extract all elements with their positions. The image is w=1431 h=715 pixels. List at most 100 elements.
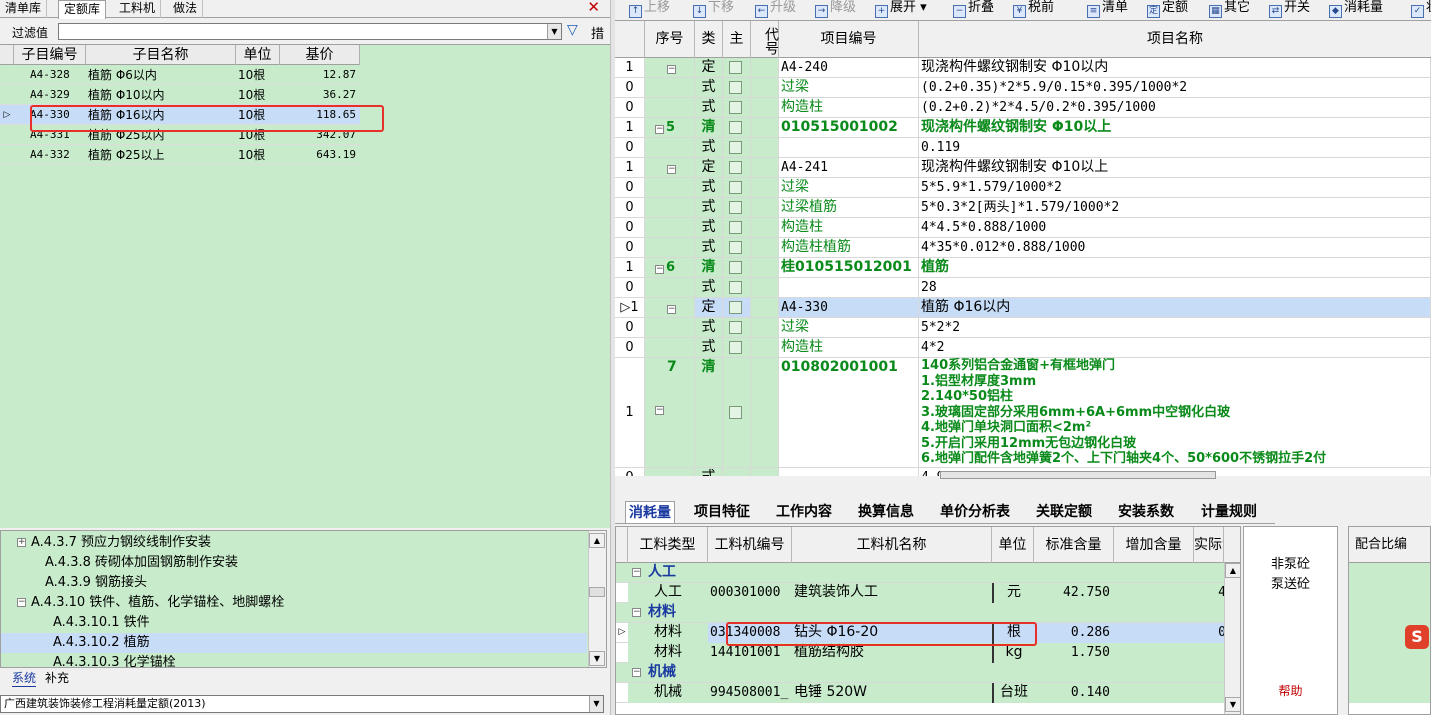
tree-node[interactable]: A.4.3.10.2 植筋 <box>1 633 587 653</box>
header-price[interactable]: 基价 <box>280 45 360 65</box>
row-item-name[interactable]: 4*35*0.012*0.888/1000 <box>919 238 1431 257</box>
filter-action-label[interactable]: 措 <box>591 23 604 42</box>
row-expander[interactable]: − <box>645 298 695 317</box>
tab-work-content[interactable]: 工作内容 <box>773 501 835 523</box>
row-item-code[interactable]: 过梁 <box>779 178 919 197</box>
header-item-name[interactable]: 项目名称 <box>919 21 1431 58</box>
resource-row[interactable]: 材料 144101001 植筋结构胶 kg 1.750 <box>616 643 1240 663</box>
promote-button[interactable]: ← 升级 <box>755 0 796 18</box>
header-main[interactable]: 主 <box>723 21 751 58</box>
bill-row[interactable]: 0 式 过梁 5*5.9*1.579/1000*2 <box>615 178 1431 198</box>
row-item-code[interactable]: 构造柱 <box>779 98 919 117</box>
row-item-code[interactable] <box>779 138 919 157</box>
tree-node[interactable]: + A.4.3.7 预应力钢绞线制作安装 <box>1 533 587 553</box>
main-checkbox[interactable] <box>729 261 742 274</box>
collapse-icon[interactable]: − <box>17 598 26 607</box>
bill-button[interactable]: ≡ 清单 <box>1087 0 1128 18</box>
bill-row[interactable]: 0 式 构造柱 4*4.5*0.888/1000 <box>615 218 1431 238</box>
row-item-code[interactable]: 010515001002 <box>779 118 919 137</box>
main-checkbox[interactable] <box>729 241 742 254</box>
main-checkbox[interactable] <box>729 201 742 214</box>
switch-button[interactable]: ⇄ 开关 <box>1269 0 1310 18</box>
tab-related-quota[interactable]: 关联定额 <box>1033 501 1095 523</box>
bill-row[interactable]: 1−7 清 010802001001 140系列铝合金通窗+有框地弹门 1.铝型材厚度3… <box>615 358 1431 468</box>
header-name[interactable]: 子目名称 <box>86 45 236 65</box>
tab-resource-library[interactable]: 工料机 <box>114 0 162 18</box>
bill-row[interactable]: 0 式 构造柱植筋 4*35*0.012*0.888/1000 <box>615 238 1431 258</box>
main-checkbox[interactable] <box>729 181 742 194</box>
row-expander[interactable]: − <box>645 58 695 77</box>
header-item-code[interactable]: 项目编号 <box>779 21 919 58</box>
bill-row[interactable]: 0 式 过梁 5*2*2 <box>615 318 1431 338</box>
ime-logo-icon[interactable]: S <box>1405 625 1429 649</box>
row-item-code[interactable] <box>779 278 919 297</box>
other-button[interactable]: ▦ 其它 <box>1209 0 1250 18</box>
demote-button[interactable]: → 降级 <box>815 0 856 18</box>
row-main-flag[interactable] <box>723 238 751 257</box>
header-type[interactable]: 类 <box>695 21 723 58</box>
tab-supplement[interactable]: 补充 <box>45 669 69 686</box>
row-item-code[interactable]: 过梁植筋 <box>779 198 919 217</box>
resource-add-qty[interactable] <box>1114 683 1194 703</box>
resource-code[interactable]: 000301000 <box>708 583 792 603</box>
header-res-actual[interactable]: 实际含量 <box>1194 527 1224 563</box>
resource-unit[interactable]: 台班 <box>992 683 1034 703</box>
tab-quota-library[interactable]: 定额库 <box>58 0 107 19</box>
row-expander[interactable] <box>645 78 695 97</box>
main-checkbox[interactable] <box>729 161 742 174</box>
resource-unit[interactable]: kg <box>992 643 1034 663</box>
tab-install-coefficient[interactable]: 安装系数 <box>1115 501 1177 523</box>
row-item-code[interactable]: 过梁 <box>779 78 919 97</box>
main-checkbox[interactable] <box>729 341 742 354</box>
bill-row[interactable]: 1 − 定 A4-241 现浇构件螺纹钢制安 Φ10以上 <box>615 158 1431 178</box>
collapse-icon[interactable]: − <box>667 305 676 314</box>
status-button[interactable]: ✓状 <box>1411 0 1431 18</box>
help-link[interactable]: 帮助 <box>1244 682 1337 699</box>
resource-name[interactable]: 建筑装饰人工 <box>792 583 992 603</box>
quota-row[interactable]: A4-329 植筋 Φ10以内 10根 36.27 <box>0 85 360 105</box>
resource-std-qty[interactable]: 0.286 <box>1034 623 1114 643</box>
resource-scrollbar[interactable]: ▲ ▼ <box>1224 563 1240 714</box>
bill-row[interactable]: 0 式 构造柱 4*2 <box>615 338 1431 358</box>
row-expander[interactable] <box>645 198 695 217</box>
main-checkbox[interactable] <box>729 281 742 294</box>
header-res-code[interactable]: 工料机编号 <box>708 527 792 563</box>
header-res-type[interactable]: 工料类型 <box>628 527 708 563</box>
row-expander[interactable] <box>645 278 695 297</box>
resource-actual-qty[interactable] <box>1194 643 1226 663</box>
pretax-button[interactable]: ¥ 税前 <box>1013 0 1054 18</box>
row-main-flag[interactable] <box>723 58 751 77</box>
row-item-code[interactable]: 构造柱植筋 <box>779 238 919 257</box>
filter-icon[interactable]: ▽ <box>567 22 578 38</box>
header-code-alias[interactable]: 代号 <box>751 21 779 58</box>
resource-actual-qty[interactable]: 4 <box>1194 583 1226 603</box>
resource-name[interactable]: 植筋结构胶 <box>792 643 992 663</box>
collapse-icon[interactable]: − <box>667 65 676 74</box>
row-item-code[interactable]: 过梁 <box>779 318 919 337</box>
row-main-flag[interactable] <box>723 358 751 467</box>
tab-method-library[interactable]: 做法 <box>168 0 204 18</box>
resource-actual-qty[interactable] <box>1194 683 1226 703</box>
row-expander[interactable]: −7 <box>645 358 695 467</box>
filter-input[interactable]: ▼ <box>58 23 562 40</box>
main-checkbox[interactable] <box>729 61 742 74</box>
tab-bill-library[interactable]: 清单库 <box>0 0 48 18</box>
row-item-code[interactable]: A4-241 <box>779 158 919 177</box>
bill-row[interactable]: 1 − 定 A4-240 现浇构件螺纹钢制安 Φ10以内 <box>615 58 1431 78</box>
bill-row[interactable]: 1−6 清桂010515012001 植筋 <box>615 258 1431 278</box>
header-res-unit[interactable]: 单位 <box>992 527 1034 563</box>
row-item-name[interactable]: 4*4.5*0.888/1000 <box>919 218 1431 237</box>
main-checkbox[interactable] <box>729 301 742 314</box>
row-item-code[interactable]: A4-240 <box>779 58 919 77</box>
row-expander[interactable] <box>645 318 695 337</box>
row-main-flag[interactable] <box>723 198 751 217</box>
move-down-button[interactable]: ↓ 下移 <box>693 0 734 18</box>
row-item-code[interactable]: 构造柱 <box>779 338 919 357</box>
bill-row[interactable]: 1−5 清 010515001002 现浇构件螺纹钢制安 Φ10以上 <box>615 118 1431 138</box>
row-item-code[interactable]: A4-330 <box>779 298 919 317</box>
collapse-icon[interactable]: − <box>655 406 664 415</box>
resource-unit[interactable]: 元 <box>992 583 1034 603</box>
resource-add-qty[interactable] <box>1114 583 1194 603</box>
row-item-name[interactable]: 现浇构件螺纹钢制安 Φ10以上 <box>919 118 1431 137</box>
consumption-button[interactable]: ◆ 消耗量 <box>1329 0 1383 18</box>
